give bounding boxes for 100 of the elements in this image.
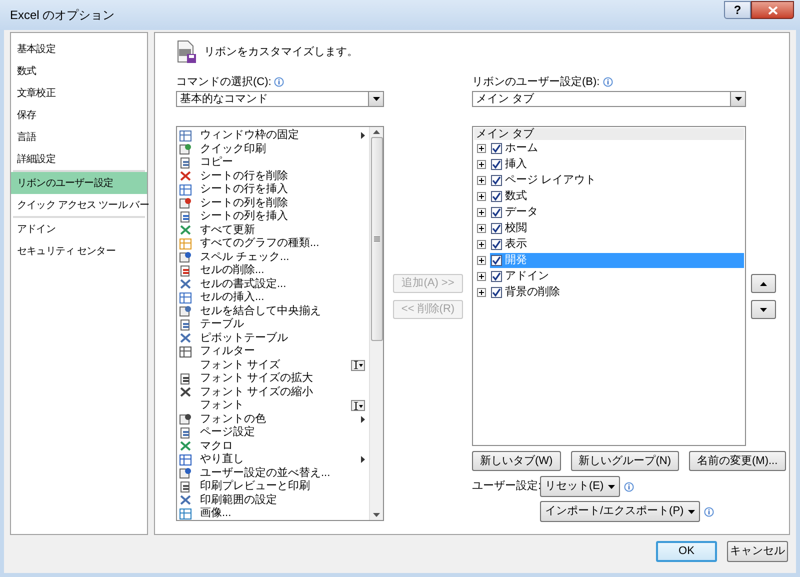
command-icon — [179, 264, 192, 277]
command-icon — [179, 170, 192, 182]
command-item[interactable]: フォントの色 — [179, 412, 369, 426]
command-icon — [179, 292, 192, 304]
command-item[interactable]: クイック印刷 — [179, 142, 369, 156]
move-up-button[interactable] — [750, 274, 776, 293]
import-export-button[interactable]: インポート/エクスポート(P) — [540, 501, 700, 522]
command-item[interactable]: フォント サイズ — [179, 358, 369, 372]
tree-item[interactable]: ホーム — [490, 140, 744, 156]
command-icon — [179, 238, 192, 250]
sidebar-item[interactable]: リボンのユーザー設定 — [11, 172, 147, 194]
command-icon — [179, 251, 192, 264]
command-item[interactable]: やり直し — [179, 453, 369, 466]
checkbox[interactable] — [491, 206, 502, 218]
tree-item[interactable]: 表示 — [490, 236, 744, 252]
sidebar-item[interactable]: クイック アクセス ツール バー — [11, 194, 147, 216]
tree-item[interactable]: 数式 — [490, 188, 744, 204]
expand-icon[interactable] — [477, 240, 486, 248]
command-item[interactable]: セルを結合して中央揃え — [179, 304, 369, 318]
sidebar-item[interactable]: 詳細設定 — [11, 148, 147, 170]
command-item[interactable]: 印刷範囲の設定 — [179, 494, 369, 507]
sidebar-item[interactable]: アドイン — [11, 218, 147, 240]
sidebar-item[interactable]: 保存 — [11, 104, 147, 126]
command-item[interactable]: セルの挿入... — [179, 291, 369, 304]
command-item[interactable]: ピボットテーブル — [179, 332, 369, 345]
command-item[interactable]: シートの列を挿入 — [179, 210, 369, 224]
command-icon — [179, 467, 192, 480]
scroll-thumb[interactable] — [370, 137, 382, 341]
command-icon — [179, 156, 192, 169]
expand-icon[interactable] — [477, 256, 486, 264]
dropdown-field[interactable]: メイン タブ — [472, 91, 746, 107]
command-item[interactable]: 印刷プレビューと印刷 — [179, 480, 369, 494]
dropdown-button[interactable] — [368, 92, 383, 106]
command-item[interactable]: テーブル — [179, 318, 369, 332]
command-item[interactable]: すべて更新 — [179, 224, 369, 237]
dropdown-field[interactable]: 基本的なコマンド — [176, 91, 384, 107]
caret-icon — [372, 97, 380, 101]
command-item[interactable]: フォント — [179, 399, 369, 412]
command-icon — [179, 372, 192, 385]
checkbox[interactable] — [491, 222, 502, 234]
checkbox[interactable] — [491, 174, 502, 186]
expand-icon[interactable] — [477, 176, 486, 184]
expand-icon[interactable] — [477, 160, 486, 168]
expand-icon[interactable] — [477, 192, 486, 200]
command-item[interactable]: ユーザー設定の並べ替え... — [179, 466, 369, 480]
command-item[interactable]: フォント サイズの拡大 — [179, 372, 369, 386]
command-item[interactable]: セルの書式設定... — [179, 278, 369, 291]
help-button[interactable]: ? — [724, 1, 751, 19]
dialog-button[interactable]: OK — [656, 541, 717, 562]
grip-icon — [374, 236, 380, 242]
command-item[interactable]: フォント サイズの縮小 — [179, 386, 369, 399]
command-item[interactable]: コピー — [179, 156, 369, 170]
expand-icon[interactable] — [477, 208, 486, 216]
command-item[interactable]: シートの行を挿入 — [179, 183, 369, 196]
command-item[interactable]: 画像... — [179, 507, 369, 520]
tree-item[interactable]: データ — [490, 204, 744, 220]
command-item[interactable]: シートの列を削除 — [179, 196, 369, 210]
dialog-button[interactable]: キャンセル — [727, 541, 788, 562]
command-item[interactable]: セルの削除... — [179, 264, 369, 278]
command-item[interactable]: シートの行を削除 — [179, 170, 369, 183]
tab-action-button[interactable]: 新しいタブ(W) — [472, 451, 561, 471]
expand-icon[interactable] — [477, 144, 486, 152]
tree-header: メイン タブ — [474, 128, 744, 140]
tab-action-button[interactable]: 新しいグループ(N) — [570, 451, 679, 471]
checkbox[interactable] — [491, 158, 502, 170]
checkbox[interactable] — [491, 286, 502, 298]
tree-item[interactable]: 背景の削除 — [490, 284, 744, 300]
tree-item[interactable]: アドイン — [490, 268, 744, 284]
sidebar-item[interactable]: 言語 — [11, 126, 147, 148]
reset-button[interactable]: リセット(E) — [540, 476, 620, 497]
command-icon — [179, 318, 192, 331]
command-item[interactable]: すべてのグラフの種類... — [179, 237, 369, 250]
checkbox[interactable] — [491, 238, 502, 250]
tab-action-button[interactable]: 名前の変更(M)... — [689, 451, 786, 471]
command-item[interactable]: フィルター — [179, 345, 369, 358]
close-button[interactable] — [751, 1, 794, 19]
dropdown-button[interactable] — [730, 92, 745, 106]
checkbox[interactable] — [491, 254, 502, 266]
tree-item[interactable]: 挿入 — [490, 156, 744, 172]
checkbox[interactable] — [491, 142, 502, 154]
sidebar-item[interactable]: 数式 — [11, 60, 147, 82]
sidebar-item[interactable]: 基本設定 — [11, 38, 147, 60]
command-item[interactable]: ページ設定 — [179, 426, 369, 440]
scrollbar[interactable] — [369, 127, 383, 520]
command-item[interactable]: マクロ — [179, 440, 369, 453]
sidebar-item[interactable]: セキュリティ センター — [11, 240, 147, 262]
command-icon — [179, 305, 192, 318]
command-item[interactable]: スペル チェック... — [179, 250, 369, 264]
command-item[interactable]: ウィンドウ枠の固定 — [179, 129, 369, 142]
font-dropdown-icon — [351, 400, 365, 412]
checkbox[interactable] — [491, 190, 502, 202]
expand-icon[interactable] — [477, 224, 486, 232]
command-icon — [179, 386, 192, 398]
tree-item[interactable]: 校閲 — [490, 220, 744, 236]
checkbox[interactable] — [491, 270, 502, 282]
expand-icon[interactable] — [477, 272, 486, 280]
sidebar-item[interactable]: 文章校正 — [11, 82, 147, 104]
tree-item[interactable]: ページ レイアウト — [490, 172, 744, 188]
expand-icon[interactable] — [477, 288, 486, 296]
move-down-button[interactable] — [750, 300, 776, 319]
